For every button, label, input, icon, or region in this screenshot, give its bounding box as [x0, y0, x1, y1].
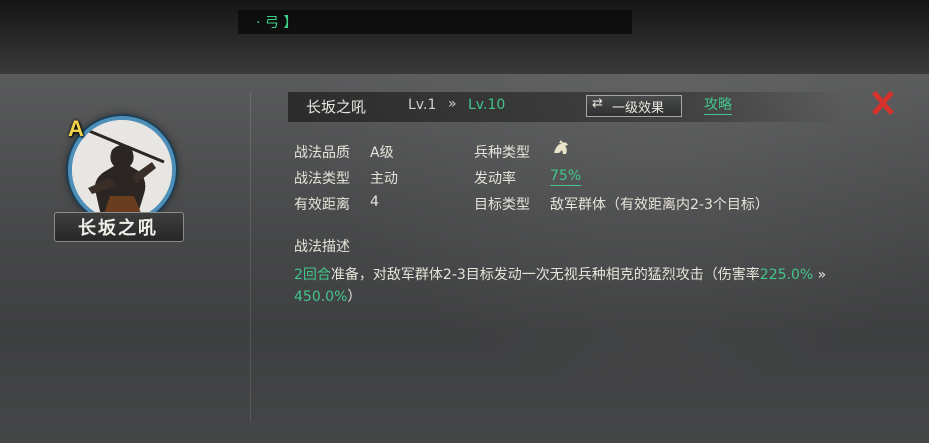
description-text-a: 准备，对敌军群体2-3目标发动一次无视兵种相克的猛烈攻击（伤害率 — [330, 267, 760, 283]
level-max: Lv.10 — [468, 97, 506, 113]
level-arrow-icon: » — [448, 96, 457, 112]
damage-rate-base: 225.0% — [759, 267, 814, 283]
level-current: Lv.1 — [408, 97, 437, 113]
trigger-rate-value[interactable]: 75% — [550, 167, 582, 186]
panel-divider — [250, 92, 251, 422]
tactic-portrait — [68, 116, 176, 224]
top-title-fragment: · 弓 】 — [256, 15, 298, 31]
grade-letter: A — [68, 116, 84, 141]
swap-icon: ⇄ — [592, 96, 603, 111]
damage-rate-max: 450.0% — [294, 289, 348, 305]
trigger-rate-label: 发动率 — [474, 171, 516, 187]
name-plate-text: 长坂之吼 — [78, 218, 158, 239]
close-button[interactable] — [868, 88, 898, 118]
strategy-link[interactable]: 攻略 — [704, 96, 732, 115]
damage-arrow: » — [813, 267, 827, 283]
cavalry-troop-icon — [550, 137, 572, 159]
description-title: 战法描述 — [294, 239, 350, 255]
tactic-type-value: 主动 — [370, 171, 398, 187]
close-icon — [872, 91, 894, 115]
warrior-silhouette-icon — [72, 120, 172, 220]
quality-value: A级 — [370, 145, 394, 161]
header-row — [288, 92, 848, 122]
rounds-value: 2回合 — [294, 267, 331, 283]
target-type-label: 目标类型 — [474, 197, 530, 213]
tactic-description: 2回合准备，对敌军群体2-3目标发动一次无视兵种相克的猛烈攻击（伤害率225.0… — [294, 264, 834, 308]
range-value: 4 — [370, 194, 379, 210]
target-type-value: 敌军群体（有效距离内2-3个目标） — [550, 197, 769, 213]
effect-level-button-label: 一级效果 — [612, 101, 665, 116]
tactic-type-label: 战法类型 — [294, 171, 350, 187]
range-label: 有效距离 — [294, 197, 350, 213]
troop-type-label: 兵种类型 — [474, 145, 530, 161]
description-text-b: ） — [347, 289, 362, 305]
tactic-name: 长坂之吼 — [306, 98, 367, 116]
quality-label: 战法品质 — [294, 145, 350, 161]
